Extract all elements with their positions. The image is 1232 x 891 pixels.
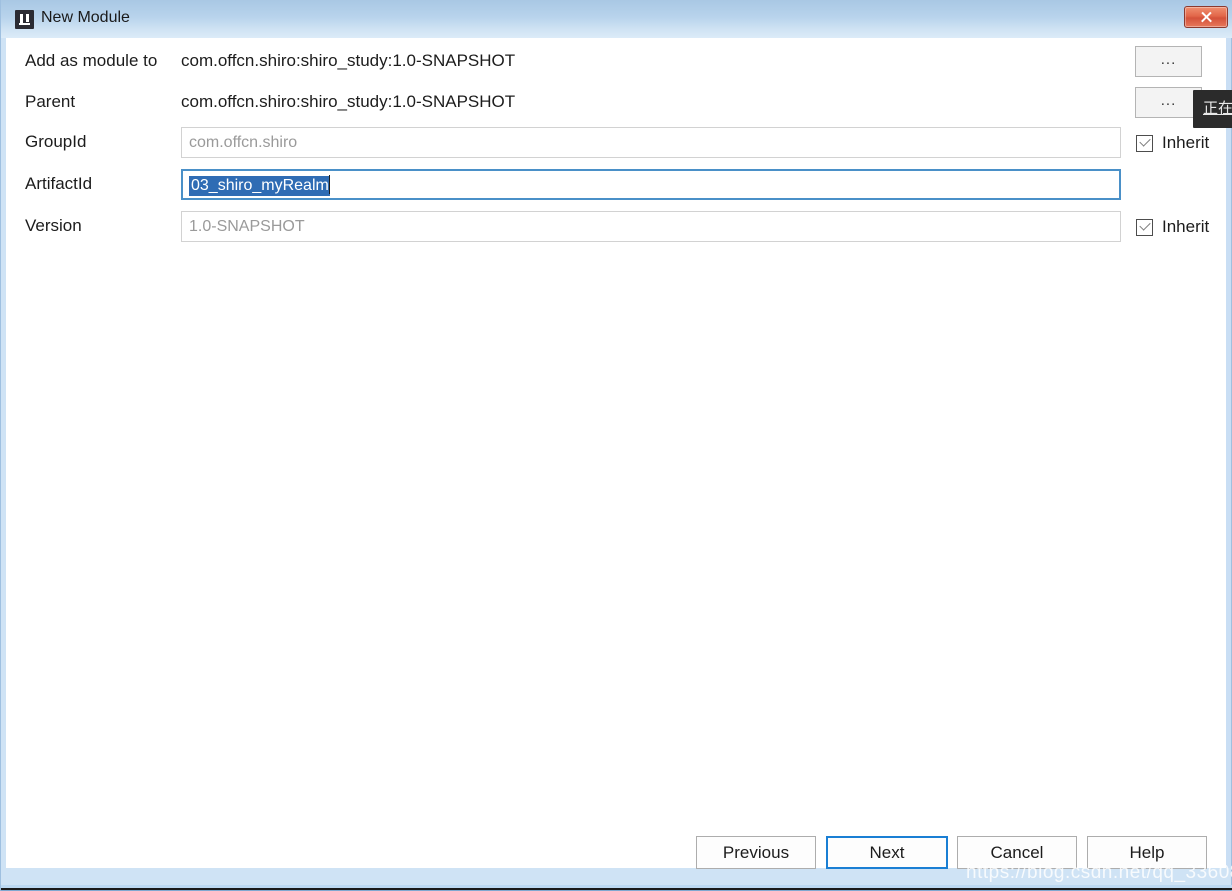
next-button[interactable]: Next	[826, 836, 948, 869]
status-tooltip: 正在	[1193, 90, 1232, 128]
add-as-module-to-label: Add as module to	[25, 51, 158, 70]
artifact-id-input[interactable]: 03_shiro_myRealm	[181, 169, 1121, 200]
checkbox-checked-icon	[1136, 134, 1153, 152]
status-tooltip-text: 正在	[1203, 100, 1232, 117]
parent-browse-button[interactable]: ...	[1135, 87, 1202, 118]
dialog-content: Add as module to com.offcn.shiro:shiro_s…	[6, 38, 1228, 868]
version-input[interactable]: 1.0-SNAPSHOT	[181, 211, 1121, 242]
previous-button[interactable]: Previous	[696, 836, 816, 869]
close-icon[interactable]	[1184, 6, 1228, 28]
version-label: Version	[25, 216, 82, 235]
parent-value: com.offcn.shiro:shiro_study:1.0-SNAPSHOT	[181, 92, 516, 111]
window-title: New Module	[41, 9, 130, 26]
group-id-label: GroupId	[25, 132, 87, 151]
group-id-input[interactable]: com.offcn.shiro	[181, 127, 1121, 158]
artifact-id-selected-text: 03_shiro_myRealm	[189, 176, 330, 196]
window-bottom-edge	[1, 888, 1232, 890]
add-as-module-to-value: com.offcn.shiro:shiro_study:1.0-SNAPSHOT	[181, 51, 516, 70]
group-id-inherit-checkbox[interactable]: Inherit	[1136, 132, 1209, 154]
window-right-edge	[1226, 38, 1231, 868]
artifact-id-label: ArtifactId	[25, 174, 93, 193]
checkbox-checked-icon	[1136, 218, 1153, 236]
version-inherit-label: Inherit	[1162, 217, 1210, 236]
help-button[interactable]: Help	[1087, 836, 1207, 869]
intellij-idea-icon	[15, 10, 34, 29]
cancel-button[interactable]: Cancel	[957, 836, 1077, 869]
new-module-dialog-window: New Module Add as module to com.offcn.sh…	[0, 0, 1232, 891]
version-inherit-checkbox[interactable]: Inherit	[1136, 216, 1209, 238]
parent-label: Parent	[25, 92, 76, 111]
add-as-module-to-browse-button[interactable]: ...	[1135, 46, 1202, 77]
group-id-inherit-label: Inherit	[1162, 133, 1210, 152]
text-caret	[328, 175, 330, 194]
title-bar[interactable]: New Module	[1, 0, 1232, 38]
